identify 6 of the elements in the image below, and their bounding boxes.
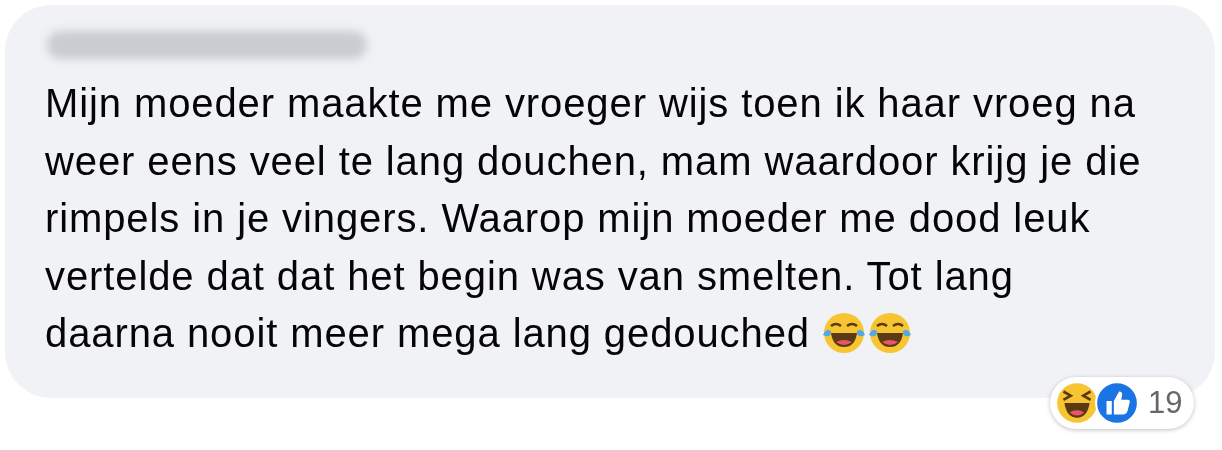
reactions-pill[interactable]: 19 — [1050, 377, 1195, 429]
comment-text: Mijn moeder maakte me vroeger wijs toen ik haar vroeg na weer eens veel te lang douchen, mam waardoor krijg je die rimpels in je vingers. Waarop mijn moeder me dood leuk vertelde dat dat het begin was van smelten. Tot lang daarna nooit meer mega lang gedouched — [45, 80, 1143, 357]
laughing-tears-icon — [821, 311, 866, 355]
thumbs-up-icon — [1094, 380, 1140, 426]
reaction-count: 19 — [1148, 385, 1183, 421]
laughing-tears-icon — [867, 311, 912, 355]
